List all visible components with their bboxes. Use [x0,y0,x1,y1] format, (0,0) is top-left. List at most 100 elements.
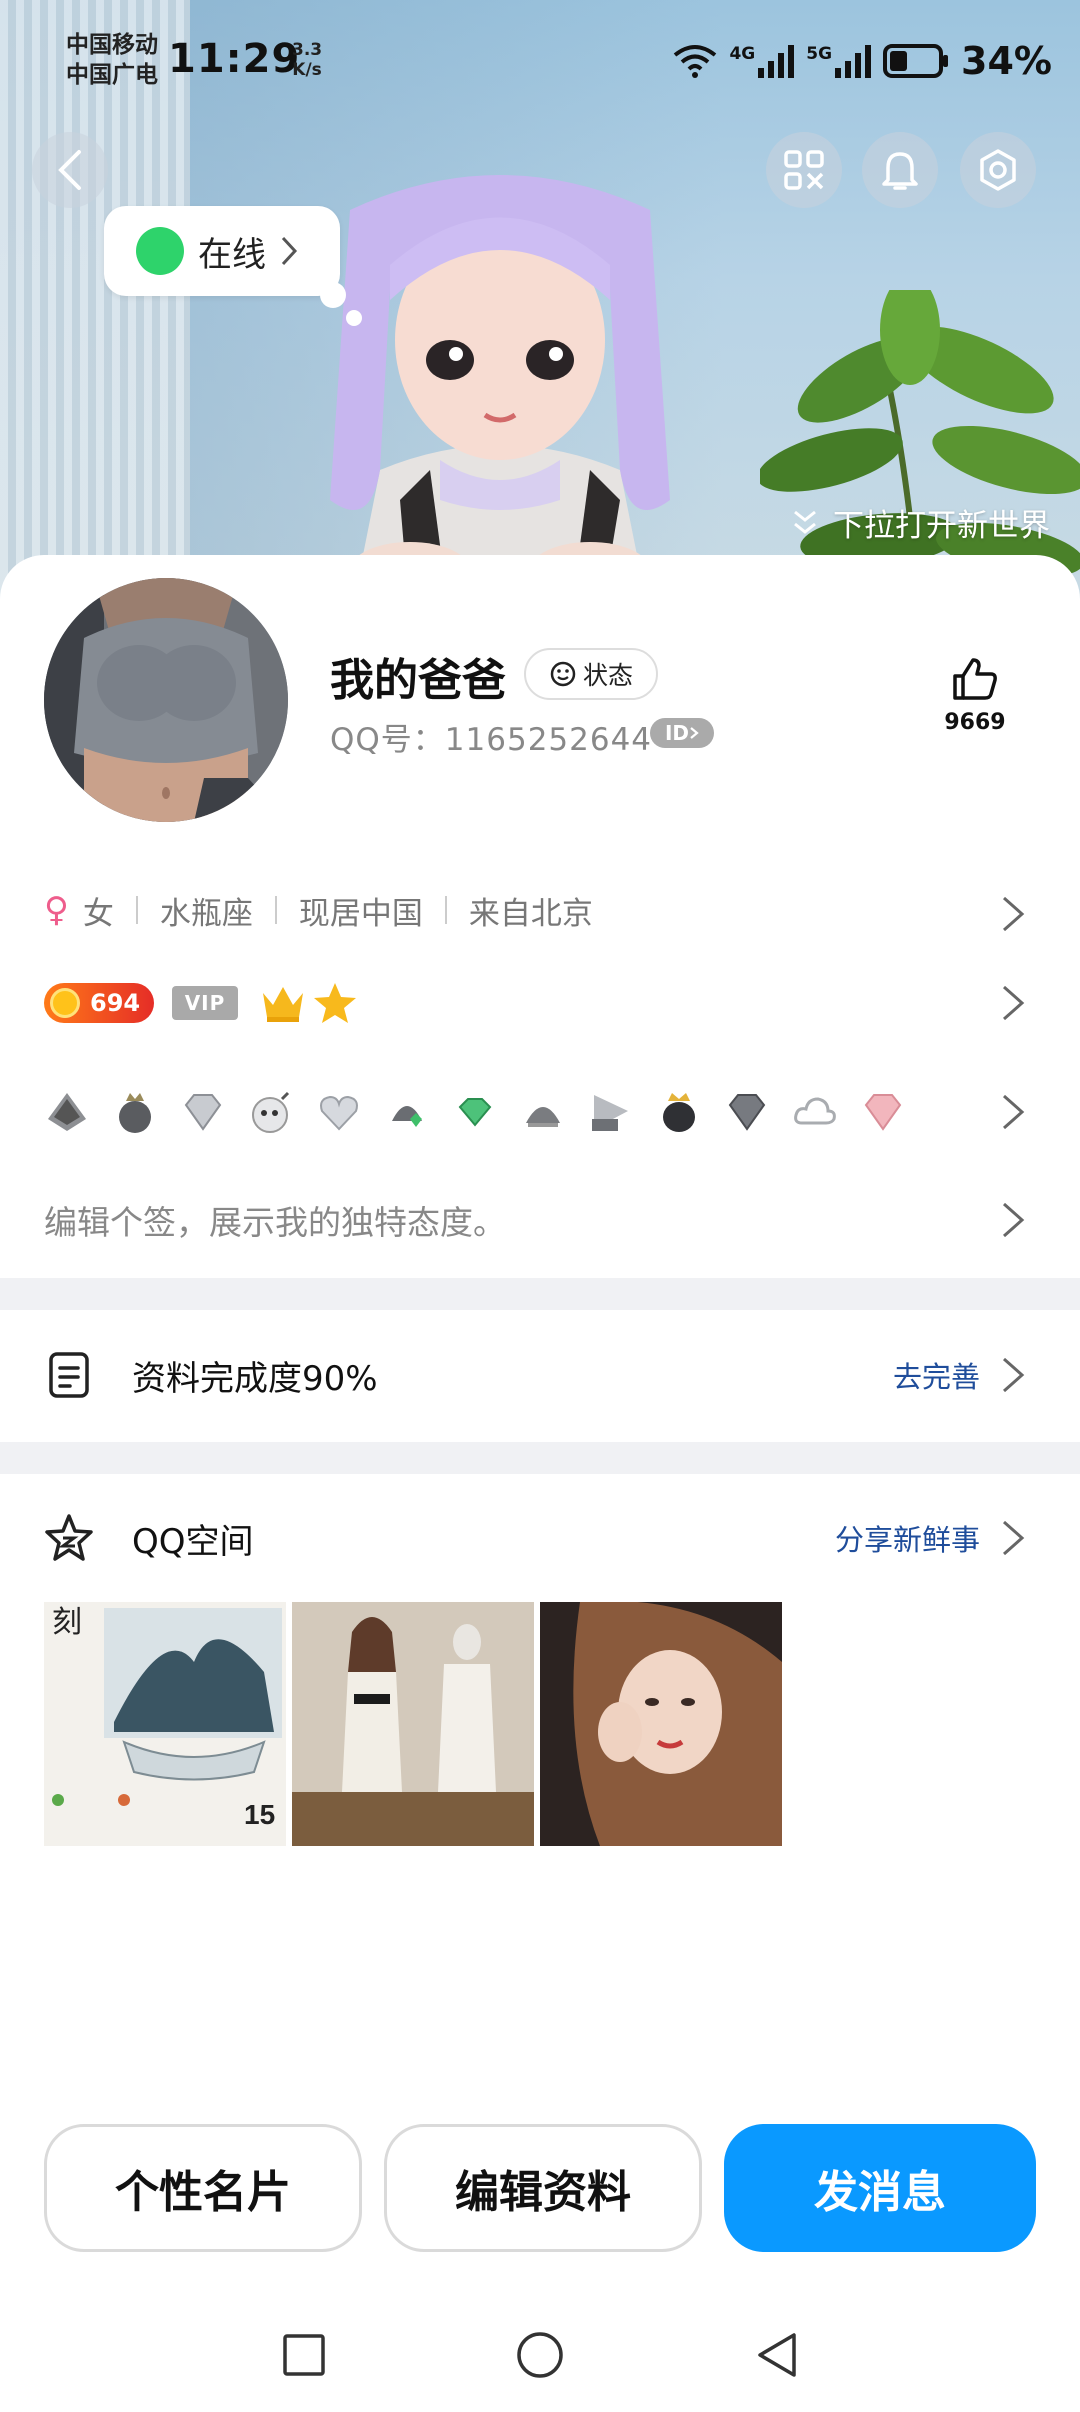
online-status-label: 在线 [198,234,266,275]
double-chevron-down-icon [794,510,816,534]
separator [444,896,447,924]
qr-code-icon [784,150,824,190]
chevron-right-icon [1003,1094,1025,1130]
crown-icon [263,987,303,1022]
gear-icon [980,149,1016,191]
system-icons: 4G 5G 34% [673,36,1052,86]
pull-hint-text: 下拉打开新世界 [833,508,1050,544]
dress-photo-image [292,1602,534,1846]
dark-diamond-icon [728,1094,766,1131]
penguin-hat-icon [526,1107,560,1127]
home-icon[interactable] [516,2331,564,2379]
qzone-photo-2[interactable] [292,1602,534,1846]
id-badge-label: ID [664,721,690,745]
qzone-photo-3[interactable] [540,1602,782,1846]
qq-level-badge: 694 [44,983,154,1023]
qzone-title: QQ空间 [132,1521,254,1562]
cloud-icon [794,1097,836,1125]
speed-value: 3.3 [292,40,323,60]
star-icon [314,983,356,1023]
qr-code-button[interactable] [766,132,842,208]
online-status-button[interactable]: 在线 [104,206,340,296]
completion-title: 资料完成度90% [132,1358,378,1399]
level-value: 694 [90,989,141,1017]
avatar-3d-character[interactable] [290,170,710,620]
network-1-label: 4G [729,44,756,64]
signal-5g-icon: 5G [806,44,872,78]
wifi-icon [674,45,717,78]
penguin-green-gem-icon [392,1106,422,1127]
qq-number[interactable]: QQ号：1165252644 [330,714,652,759]
send-message-button[interactable]: 发消息 [724,2124,1036,2252]
settings-button[interactable] [960,132,1036,208]
level-row[interactable]: 694 VIP [0,978,1080,1028]
bomb-face-icon [252,1091,290,1133]
svg-text:刻: 刻 [52,1605,82,1640]
pink-diamond-icon [864,1094,902,1131]
share-news-link[interactable]: 分享新鲜事 [835,1517,980,1559]
personal-card-button[interactable]: 个性名片 [44,2124,362,2252]
chevron-right-icon [1003,896,1025,932]
like-count: 9669 [944,710,1006,735]
hometown-text: 来自北京 [468,895,593,932]
female-icon: ♀ [44,890,69,930]
signal-bars-1-icon [758,45,795,78]
bubble-tail [320,282,346,308]
nickname: 我的爸爸 [330,655,506,706]
battery-percent: 34% [961,39,1052,83]
separator [135,896,138,924]
battery-icon [883,44,949,78]
basic-info-row[interactable]: ♀ 女 水瓶座 现居中国 来自北京 [0,880,1080,940]
recent-apps-icon[interactable] [282,2333,326,2377]
penguin-king-icon [663,1093,695,1132]
qzone-star-icon [45,1514,93,1561]
chevron-left-icon [58,150,81,190]
set-status-button[interactable]: 状态 [524,648,658,700]
qzone-photo-1[interactable]: 刻 15 [44,1602,286,1846]
chevron-right-icon [1003,985,1025,1021]
carrier-label: 中国移动 中国广电 [66,30,158,90]
carrier-line-1: 中国移动 [66,32,158,58]
separator [274,896,277,924]
edit-profile-button[interactable]: 编辑资料 [384,2124,702,2252]
id-badge-button[interactable]: ID [650,718,714,748]
signature-row[interactable]: 编辑个签，展示我的独特态度。 [0,1190,1080,1250]
avatar-image [44,578,288,822]
back-triangle-icon[interactable] [754,2331,798,2379]
portrait-photo-image [540,1602,782,1846]
bubble-tail-small [346,310,362,326]
poster-image: 刻 15 [44,1602,286,1846]
medals-row[interactable] [0,1082,1080,1142]
signal-4g-icon: 4G [729,44,795,78]
notifications-button[interactable] [862,132,938,208]
back-button[interactable] [32,132,108,208]
profile-completion-row[interactable]: 资料完成度90% 去完善 [0,1345,1080,1405]
profile-cover[interactable]: 中国移动 中国广电 11:29 3.3 K/s 4G 5G 34% 在线 下拉打… [0,0,1080,620]
chevron-right-icon [1003,1520,1025,1556]
online-dot-icon [136,227,184,275]
chevron-right-icon [281,236,298,266]
thumbs-up-icon [953,658,997,700]
section-divider [0,1442,1080,1474]
qzone-row[interactable]: QQ空间 分享新鲜事 [0,1508,1080,1568]
speed-unit: K/s [292,60,322,80]
signature-placeholder: 编辑个签，展示我的独特态度。 [44,1203,506,1242]
chevron-right-icon [690,727,699,739]
network-speed: 3.3 K/s [292,40,322,80]
like-button[interactable]: 9669 [930,656,1020,735]
residence-text: 现居中国 [298,895,423,932]
complete-profile-link[interactable]: 去完善 [893,1354,980,1396]
carrier-line-2: 中国广电 [66,62,158,88]
section-divider [0,1278,1080,1310]
gender-text: 女 [82,895,114,932]
status-time: 11:29 [168,36,301,82]
vip-badge: VIP [172,986,238,1020]
document-icon [49,1352,89,1398]
constellation-text: 水瓶座 [159,895,253,932]
penguin-medal-icon [48,1093,86,1131]
signal-bars-2-icon [835,45,872,78]
penguin-crown-icon [119,1093,151,1133]
avatar[interactable] [44,578,288,822]
bell-icon [882,152,918,190]
chevron-right-icon [1003,1202,1025,1238]
